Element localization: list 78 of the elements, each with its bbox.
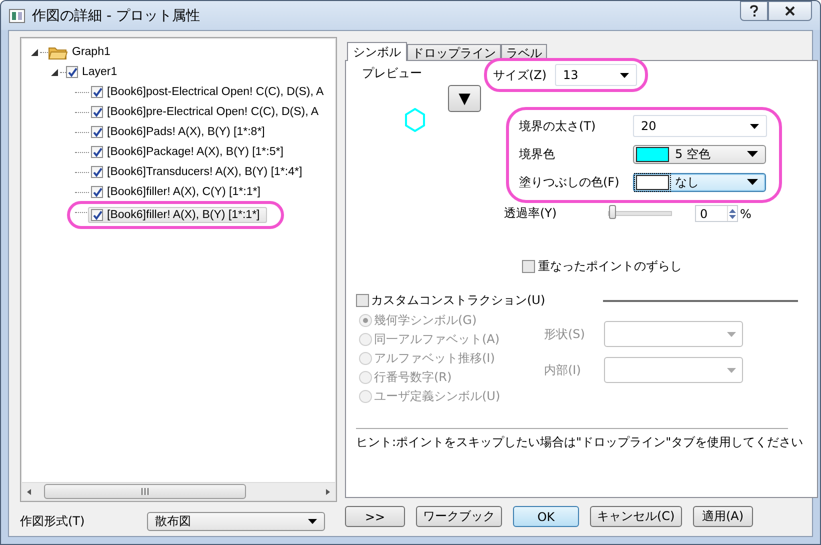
window-title: 作図の詳細 - プロット属性: [32, 6, 200, 24]
help-button[interactable]: [740, 1, 768, 21]
radio-label: 同一アルファベット(A): [374, 331, 500, 348]
scroll-thumb[interactable]: [44, 484, 246, 499]
checkbox[interactable]: [91, 106, 103, 118]
transparency-spinbox[interactable]: 0: [695, 205, 738, 222]
tree-node-label: [Book6]Pads! A(X), B(Y) [1*:8*]: [106, 126, 266, 138]
caret-icon: [308, 518, 317, 524]
hexagon-symbol-preview: [404, 108, 426, 132]
field-label: 内部(I): [544, 362, 582, 378]
caret-icon: [750, 124, 759, 128]
window-icon: [9, 8, 25, 22]
caret-icon: [727, 368, 736, 372]
checkbox[interactable]: [522, 260, 535, 273]
symbol-picker-button[interactable]: ▼: [448, 85, 481, 112]
tree-item[interactable]: [Book6]post-Electrical Open! C(C), D(S), A: [88, 84, 331, 100]
dialog-button[interactable]: ワークブック: [416, 506, 502, 527]
expander-icon[interactable]: [31, 48, 38, 56]
checkbox[interactable]: [91, 209, 103, 221]
caret-icon: [620, 72, 629, 78]
tree-node-label: [Book6]Transducers! A(X), B(Y) [1*:4*]: [106, 166, 304, 178]
radio-label: アルファベット推移(I): [374, 350, 495, 367]
tree-node-label: [Book6]filler! A(X), B(Y) [1*:1*]: [106, 209, 261, 221]
checkbox[interactable]: [91, 126, 103, 138]
hint-text: ヒント:ポイントをスキップしたい場合は"ドロップライン"タブを使用してください: [356, 434, 804, 451]
dialog-button[interactable]: >>: [345, 506, 405, 527]
tree-node-label[interactable]: Layer1: [78, 66, 122, 78]
checkbox-label: カスタムコンストラクション(U): [371, 292, 546, 309]
tab[interactable]: ドロップライン: [407, 44, 501, 60]
horizontal-scrollbar[interactable]: [22, 482, 335, 500]
checkbox[interactable]: [91, 166, 103, 178]
caret-icon: [747, 151, 758, 157]
caret-icon: [727, 332, 736, 336]
radio-label: ユーザ定義シンボル(U): [374, 388, 500, 405]
slider-thumb[interactable]: [609, 205, 616, 219]
preview-label: プレビュー: [362, 65, 423, 82]
percent-label: %: [740, 206, 752, 220]
tree-node-label: [Book6]Package! A(X), B(Y) [1*:5*]: [106, 146, 284, 158]
checkbox[interactable]: [91, 146, 103, 158]
tree-item[interactable]: [Book6]Package! A(X), B(Y) [1*:5*]: [88, 144, 290, 160]
question-mark-icon: [749, 5, 759, 17]
tree-node-label: [Book6]filler! A(X), C(Y) [1*:1*]: [106, 186, 262, 198]
color-dropdown[interactable]: なし: [633, 172, 766, 192]
caret-icon: [747, 179, 758, 185]
tab[interactable]: シンボル: [347, 42, 407, 61]
tree-node-label[interactable]: Graph1: [68, 46, 114, 58]
plot-type-label: 作図形式(T): [20, 512, 86, 530]
tree-item[interactable]: [Book6]pre-Electrical Open! C(C), D(S), A: [88, 104, 326, 120]
close-button[interactable]: [768, 1, 812, 21]
dialog-button[interactable]: 適用(A): [692, 506, 753, 527]
dialog-button[interactable]: キャンセル(C): [590, 506, 682, 527]
checkbox[interactable]: [66, 66, 78, 78]
plot-type-dropdown[interactable]: 散布図: [147, 512, 325, 530]
tree-item[interactable]: [Book6]filler! A(X), C(Y) [1*:1*]: [88, 184, 268, 200]
dialog-button[interactable]: OK: [513, 506, 579, 527]
field-label: 境界色: [519, 146, 556, 162]
width-dropdown[interactable]: 20: [633, 115, 767, 137]
field-label: 境界の太さ(T): [519, 118, 597, 134]
expander-icon[interactable]: [51, 68, 58, 76]
tree-item[interactable]: [Book6]Transducers! A(X), B(Y) [1*:4*]: [88, 164, 310, 180]
tree-node-label: [Book6]pre-Electrical Open! C(C), D(S), A: [106, 106, 320, 118]
checkbox[interactable]: [91, 186, 103, 198]
checkbox-label: 重なったポイントのずらし: [538, 258, 682, 275]
spin-arrows-icon[interactable]: [728, 206, 737, 220]
size-dropdown[interactable]: 13: [555, 64, 637, 86]
color-dropdown[interactable]: 5 空色: [633, 144, 766, 164]
size-label: サイズ(Z): [493, 66, 548, 84]
radio-label: 行番号数字(R): [374, 369, 452, 386]
field-label: 塗りつぶしの色(F): [519, 174, 620, 190]
close-icon: [785, 6, 795, 16]
tree-node-label: [Book6]post-Electrical Open! C(C), D(S), A: [106, 86, 325, 98]
tree-item[interactable]: [Book6]filler! A(X), B(Y) [1*:1*]: [88, 207, 267, 223]
transparency-label: 透過率(Y): [504, 205, 558, 222]
tree-item[interactable]: [Book6]Pads! A(X), B(Y) [1*:8*]: [88, 124, 272, 140]
checkbox[interactable]: [356, 294, 369, 307]
field-label: 形状(S): [544, 326, 586, 342]
checkbox[interactable]: [91, 86, 103, 98]
radio-label: 幾何学シンボル(G): [374, 312, 477, 329]
